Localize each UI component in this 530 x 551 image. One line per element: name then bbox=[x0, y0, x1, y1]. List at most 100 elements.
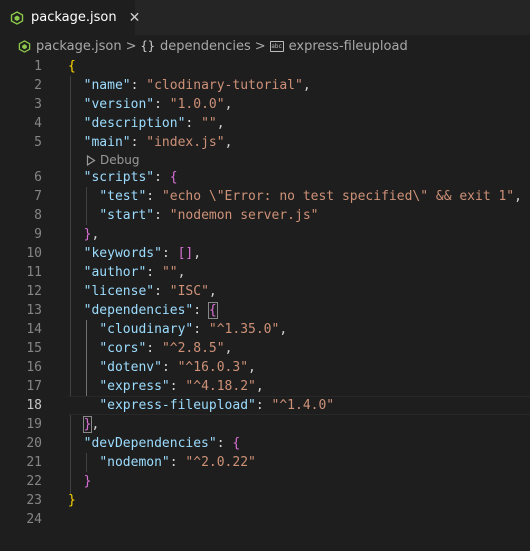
breadcrumb-express-fileupload[interactable]: abc express-fileupload bbox=[269, 39, 408, 54]
line-number: 21 bbox=[26, 455, 42, 470]
code-line[interactable]: 20 "devDependencies": { bbox=[0, 434, 530, 453]
code-line[interactable]: 9 }, bbox=[0, 225, 530, 244]
code-line[interactable]: 23} bbox=[0, 491, 530, 510]
code-line[interactable]: 4 "description": "", bbox=[0, 114, 530, 133]
code-line[interactable]: 6 "scripts": { bbox=[0, 168, 530, 187]
code-token: , bbox=[91, 227, 100, 242]
string-icon: abc bbox=[269, 40, 284, 52]
code-line[interactable]: 10 "keywords": [], bbox=[0, 244, 530, 263]
breadcrumb-file[interactable]: package.json bbox=[18, 39, 122, 54]
breadcrumb-label: dependencies bbox=[159, 38, 251, 54]
close-icon[interactable]: ✕ bbox=[129, 11, 141, 25]
tab-title: package.json bbox=[31, 10, 117, 25]
code-text: "license": "ISC", bbox=[68, 282, 217, 301]
line-number: 15 bbox=[26, 341, 42, 356]
code-token: "express-fileupload" bbox=[99, 398, 256, 413]
code-token: , bbox=[224, 341, 233, 356]
code-text: } bbox=[68, 472, 92, 491]
code-token: "scripts" bbox=[83, 170, 155, 185]
code-line[interactable]: 22 } bbox=[0, 472, 530, 491]
code-token: "version" bbox=[83, 97, 155, 112]
code-line[interactable]: 1{ bbox=[0, 57, 530, 76]
code-text: "nodemon": "^2.0.22" bbox=[68, 453, 256, 472]
code-token: "cloudinary" bbox=[99, 322, 194, 337]
code-line[interactable]: 17 "express": "^4.18.2", bbox=[0, 377, 530, 396]
code-line[interactable]: 15 "cors": "^2.8.5", bbox=[0, 339, 530, 358]
code-line[interactable]: 19 }, bbox=[0, 415, 530, 434]
code-line[interactable]: 21 "nodemon": "^2.0.22" bbox=[0, 453, 530, 472]
code-token: "^2.8.5" bbox=[161, 341, 225, 356]
code-line[interactable]: 2 "name": "clodinary-tutorial", bbox=[0, 76, 530, 95]
code-token: , bbox=[91, 417, 100, 432]
code-line[interactable]: 11 "author": "", bbox=[0, 263, 530, 282]
code-token: [] bbox=[177, 246, 194, 261]
code-token: : bbox=[193, 303, 209, 318]
code-token: "^1.35.0" bbox=[208, 322, 280, 337]
code-token: : bbox=[154, 208, 170, 223]
code-token: : bbox=[169, 379, 186, 394]
tab-package-json[interactable]: package.json ✕ bbox=[0, 0, 140, 35]
code-line[interactable]: 24 bbox=[0, 510, 530, 529]
code-token: , bbox=[279, 322, 288, 337]
code-token: } bbox=[83, 474, 92, 489]
code-editor[interactable]: 1{2 "name": "clodinary-tutorial", 3 "vers… bbox=[0, 57, 530, 551]
code-text: }, bbox=[68, 415, 99, 434]
play-icon bbox=[86, 154, 96, 166]
line-number: 20 bbox=[26, 436, 42, 451]
code-token: "" bbox=[201, 116, 217, 131]
code-text: "keywords": [], bbox=[68, 244, 201, 263]
code-token: } bbox=[68, 493, 76, 508]
debug-codelens[interactable]: Debug bbox=[86, 152, 139, 168]
code-token: "main" bbox=[83, 135, 131, 150]
code-token: : bbox=[193, 322, 209, 337]
code-token: "dotenv" bbox=[99, 360, 162, 375]
line-number: 14 bbox=[26, 322, 42, 337]
code-token: , bbox=[177, 265, 186, 280]
line-number: 9 bbox=[34, 227, 42, 242]
code-token: "test" bbox=[99, 189, 147, 204]
code-token: : bbox=[154, 284, 170, 299]
code-token: : bbox=[161, 360, 178, 375]
line-number: 2 bbox=[34, 78, 42, 93]
line-number: 7 bbox=[34, 189, 42, 204]
code-token: : bbox=[146, 341, 162, 356]
code-line[interactable]: 13 "dependencies": { bbox=[0, 301, 530, 320]
code-text: "cloudinary": "^1.35.0", bbox=[68, 320, 287, 339]
code-line[interactable]: 16 "dotenv": "^16.0.3", bbox=[0, 358, 530, 377]
code-token: "^16.0.3" bbox=[177, 360, 249, 375]
breadcrumb-dependencies[interactable]: {} dependencies bbox=[141, 39, 251, 54]
code-text: "start": "nodemon server.js" bbox=[68, 206, 318, 225]
code-token: : bbox=[130, 135, 147, 150]
code-line[interactable]: 18 "express-fileupload": "^1.4.0" bbox=[0, 396, 530, 415]
code-token: , bbox=[514, 189, 522, 204]
code-token: "devDependencies" bbox=[83, 436, 217, 451]
code-line[interactable]: 14 "cloudinary": "^1.35.0", bbox=[0, 320, 530, 339]
line-number: 6 bbox=[34, 170, 42, 185]
code-line[interactable]: 7 "test": "echo \"Error: no test specifi… bbox=[0, 187, 530, 206]
code-line[interactable]: 5 "main": "index.js", bbox=[0, 133, 530, 152]
code-line[interactable]: 12 "license": "ISC", bbox=[0, 282, 530, 301]
code-line[interactable]: 3 "version": "1.0.0", bbox=[0, 95, 530, 114]
code-line[interactable]: 8 "start": "nodemon server.js" bbox=[0, 206, 530, 225]
code-text: "cors": "^2.8.5", bbox=[68, 339, 232, 358]
code-token: , bbox=[255, 379, 264, 394]
code-token: "ISC" bbox=[169, 284, 209, 299]
code-token: : bbox=[216, 436, 233, 451]
line-number: 16 bbox=[26, 360, 42, 375]
line-number: 8 bbox=[34, 208, 42, 223]
code-text: "express": "^4.18.2", bbox=[68, 377, 264, 396]
code-token: { bbox=[169, 170, 178, 185]
